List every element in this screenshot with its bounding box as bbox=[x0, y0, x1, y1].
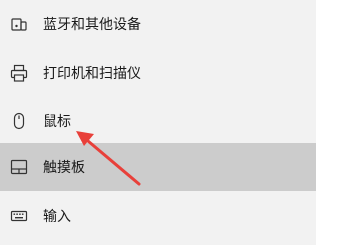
nav-item-touchpad[interactable]: 触摸板 bbox=[0, 143, 316, 191]
touchpad-icon bbox=[10, 159, 28, 175]
nav-item-label: 蓝牙和其他设备 bbox=[43, 17, 141, 33]
keyboard-icon bbox=[10, 210, 28, 222]
printer-icon bbox=[10, 64, 28, 82]
nav-item-mouse[interactable]: 鼠标 bbox=[0, 97, 316, 145]
nav-item-label: 打印机和扫描仪 bbox=[43, 66, 141, 82]
settings-nav-panel: 蓝牙和其他设备 打印机和扫描仪 鼠标 触摸板 输入 bbox=[0, 0, 316, 245]
content-area-edge bbox=[316, 0, 340, 245]
nav-item-label: 输入 bbox=[43, 209, 71, 225]
nav-item-bluetooth-devices[interactable]: 蓝牙和其他设备 bbox=[0, 0, 316, 48]
nav-item-label: 鼠标 bbox=[43, 114, 71, 130]
nav-item-printers-scanners[interactable]: 打印机和扫描仪 bbox=[0, 49, 316, 97]
bluetooth-devices-icon bbox=[11, 18, 27, 31]
mouse-icon bbox=[13, 112, 25, 130]
nav-item-input[interactable]: 输入 bbox=[0, 192, 316, 240]
nav-item-label: 触摸板 bbox=[43, 160, 85, 176]
